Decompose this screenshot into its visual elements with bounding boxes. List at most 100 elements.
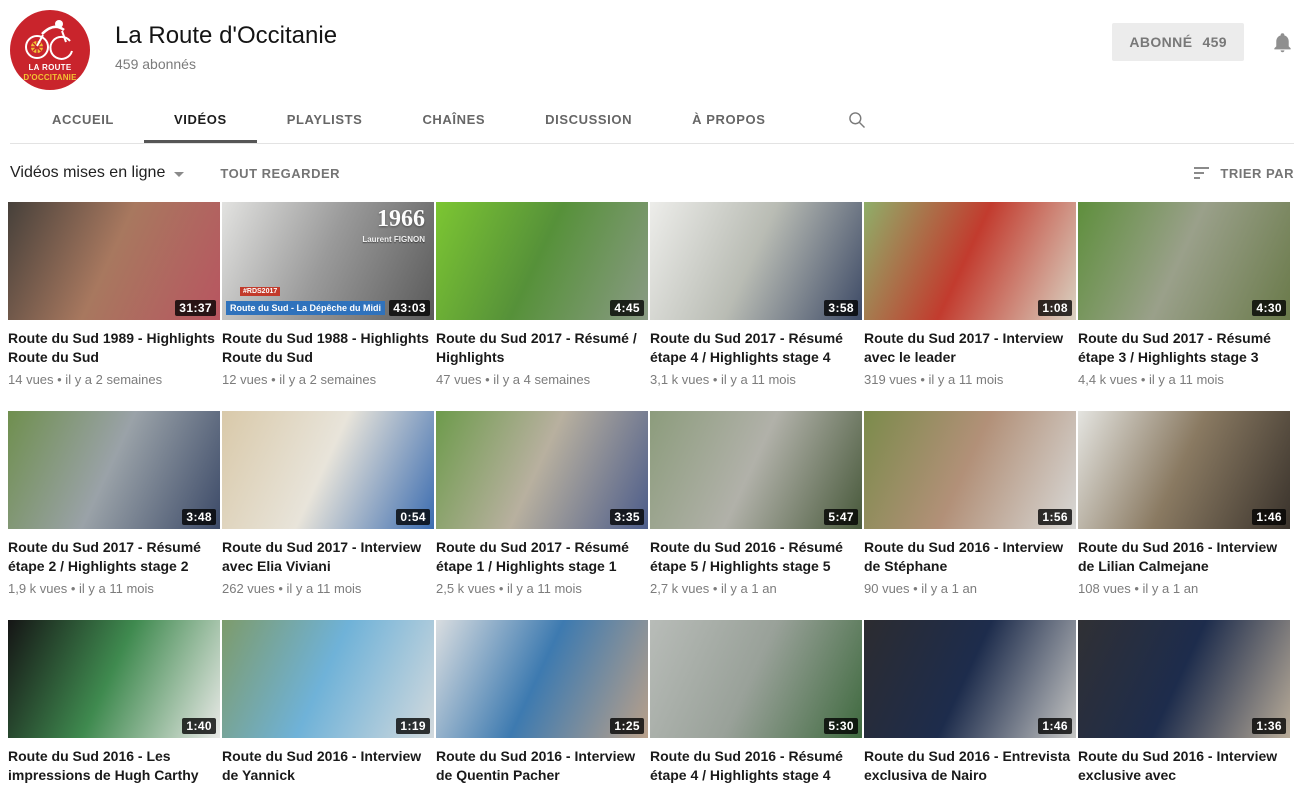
video-title[interactable]: Route du Sud 2017 - Résumé / Highlights — [436, 329, 648, 367]
video-thumbnail[interactable]: 1:19 — [222, 620, 434, 738]
video-thumbnail[interactable]: 4:45 — [436, 202, 648, 320]
video-card[interactable]: 5:30 Route du Sud 2016 - Résumé étape 4 … — [650, 620, 862, 790]
video-thumbnail[interactable]: 3:35 — [436, 411, 648, 529]
uploads-dropdown[interactable]: Vidéos mises en ligne — [10, 164, 185, 182]
video-meta: 47 vues • il y a 4 semaines — [436, 372, 591, 387]
video-card[interactable]: 3:35 Route du Sud 2017 - Résumé étape 1 … — [436, 411, 648, 596]
tab-a-propos[interactable]: À PROPOS — [662, 97, 795, 143]
video-duration-badge: 43:03 — [389, 300, 430, 316]
video-card[interactable]: 4:30 Route du Sud 2017 - Résumé étape 3 … — [1078, 202, 1290, 387]
video-meta: 4,4 k vues • il y a 11 mois — [1078, 372, 1224, 387]
tab-accueil[interactable]: ACCUEIL — [22, 97, 144, 143]
video-card[interactable]: 31:37 Route du Sud 1989 - Highlights Rou… — [8, 202, 220, 387]
channel-avatar[interactable]: LA ROUTE D'OCCITANIE — [10, 10, 90, 90]
video-thumbnail[interactable]: 1:40 — [8, 620, 220, 738]
video-title[interactable]: Route du Sud 2017 - Résumé étape 2 / Hig… — [8, 538, 220, 576]
video-card[interactable]: 3:58 Route du Sud 2017 - Résumé étape 4 … — [650, 202, 862, 387]
video-duration-badge: 1:40 — [182, 718, 216, 734]
chevron-down-icon — [174, 171, 185, 177]
video-title[interactable]: Route du Sud 2016 - Interview de Lilian … — [1078, 538, 1290, 576]
avatar-text-line2: D'OCCITANIE — [23, 73, 77, 82]
thumbnail-overlay-hashtag: #RDS2017 — [240, 287, 281, 296]
sort-by-label: TRIER PAR — [1220, 165, 1294, 181]
subscribed-count: 459 — [1202, 34, 1227, 50]
video-card[interactable]: 1966 Laurent FIGNON #RDS2017 Route du Su… — [222, 202, 434, 387]
video-meta: 108 vues • il y a 1 an — [1078, 581, 1199, 596]
video-card[interactable]: 1:46 Route du Sud 2016 - Entrevista excl… — [864, 620, 1076, 790]
video-duration-badge: 31:37 — [175, 300, 216, 316]
video-title[interactable]: Route du Sud 2017 - Résumé étape 3 / Hig… — [1078, 329, 1290, 367]
video-meta: 90 vues • il y a 1 an — [864, 581, 977, 596]
tab-chaines[interactable]: CHAÎNES — [392, 97, 515, 143]
video-duration-badge: 5:47 — [824, 509, 858, 525]
video-thumbnail[interactable]: 1:08 — [864, 202, 1076, 320]
video-thumbnail[interactable]: 4:30 — [1078, 202, 1290, 320]
tab-playlists[interactable]: PLAYLISTS — [257, 97, 393, 143]
video-thumbnail[interactable]: 5:47 — [650, 411, 862, 529]
video-duration-badge: 5:30 — [824, 718, 858, 734]
video-thumbnail[interactable]: 1:25 — [436, 620, 648, 738]
tab-videos[interactable]: VIDÉOS — [143, 97, 257, 143]
video-title[interactable]: Route du Sud 2016 - Interview de Quentin… — [436, 747, 648, 785]
video-card[interactable]: 5:47 Route du Sud 2016 - Résumé étape 5 … — [650, 411, 862, 596]
video-thumbnail[interactable]: 31:37 — [8, 202, 220, 320]
video-title[interactable]: Route du Sud 2016 - Interview exclusive … — [1078, 747, 1290, 785]
video-card[interactable]: 3:48 Route du Sud 2017 - Résumé étape 2 … — [8, 411, 220, 596]
video-card[interactable]: 1:25 Route du Sud 2016 - Interview de Qu… — [436, 620, 648, 790]
video-thumbnail[interactable]: 1:56 — [864, 411, 1076, 529]
video-title[interactable]: Route du Sud 2016 - Les impressions de H… — [8, 747, 220, 785]
video-title[interactable]: Route du Sud 2016 - Interview de Yannick — [222, 747, 434, 785]
video-card[interactable]: 1:08 Route du Sud 2017 - Interview avec … — [864, 202, 1076, 387]
subscribed-button[interactable]: ABONNÉ 459 — [1112, 23, 1244, 61]
notification-bell-icon — [1274, 32, 1291, 52]
video-duration-badge: 1:25 — [610, 718, 644, 734]
video-card[interactable]: 1:19 Route du Sud 2016 - Interview de Ya… — [222, 620, 434, 790]
video-title[interactable]: Route du Sud 1989 - Highlights Route du … — [8, 329, 220, 367]
channel-header-top: LA ROUTE D'OCCITANIE La Route d'Occitani… — [10, 10, 1294, 90]
video-duration-badge: 0:54 — [396, 509, 430, 525]
video-duration-badge: 1:36 — [1252, 718, 1286, 734]
video-meta: 319 vues • il y a 11 mois — [864, 372, 1004, 387]
video-card[interactable]: 1:56 Route du Sud 2016 - Interview de St… — [864, 411, 1076, 596]
video-title[interactable]: Route du Sud 2017 - Résumé étape 4 / Hig… — [650, 329, 862, 367]
video-title[interactable]: Route du Sud 2017 - Interview avec Elia … — [222, 538, 434, 576]
video-thumbnail[interactable]: 5:30 — [650, 620, 862, 738]
channel-info: La Route d'Occitanie 459 abonnés — [115, 10, 337, 72]
thumbnail-overlay-name: Laurent FIGNON — [362, 235, 425, 244]
video-thumbnail[interactable]: 3:48 — [8, 411, 220, 529]
video-title[interactable]: Route du Sud 2017 - Résumé étape 1 / Hig… — [436, 538, 648, 576]
video-meta: 14 vues • il y a 2 semaines — [8, 372, 163, 387]
video-thumbnail[interactable]: 1966 Laurent FIGNON #RDS2017 Route du Su… — [222, 202, 434, 320]
notification-bell-button[interactable] — [1271, 31, 1294, 54]
channel-search-button[interactable] — [839, 97, 875, 143]
video-duration-badge: 1:19 — [396, 718, 430, 734]
video-card[interactable]: 1:36 Route du Sud 2016 - Interview exclu… — [1078, 620, 1290, 790]
video-title[interactable]: Route du Sud 2016 - Entrevista exclusiva… — [864, 747, 1076, 785]
video-card[interactable]: 1:40 Route du Sud 2016 - Les impressions… — [8, 620, 220, 790]
video-card[interactable]: 4:45 Route du Sud 2017 - Résumé / Highli… — [436, 202, 648, 387]
video-title[interactable]: Route du Sud 1988 - Highlights Route du … — [222, 329, 434, 367]
video-card[interactable]: 1:46 Route du Sud 2016 - Interview de Li… — [1078, 411, 1290, 596]
video-meta: 1,9 k vues • il y a 11 mois — [8, 581, 154, 596]
video-duration-badge: 3:35 — [610, 509, 644, 525]
video-duration-badge: 1:56 — [1038, 509, 1072, 525]
video-thumbnail[interactable]: 0:54 — [222, 411, 434, 529]
video-meta: 2,5 k vues • il y a 11 mois — [436, 581, 582, 596]
subscriber-count: 459 abonnés — [115, 56, 196, 72]
video-title[interactable]: Route du Sud 2016 - Résumé étape 5 / Hig… — [650, 538, 862, 576]
video-duration-badge: 3:48 — [182, 509, 216, 525]
play-all-button[interactable]: TOUT REGARDER — [220, 166, 340, 181]
sort-by-button[interactable]: TRIER PAR — [1194, 166, 1294, 181]
video-duration-badge: 4:30 — [1252, 300, 1286, 316]
video-meta: 12 vues • il y a 2 semaines — [222, 372, 377, 387]
tab-discussion[interactable]: DISCUSSION — [515, 97, 662, 143]
video-thumbnail[interactable]: 1:46 — [864, 620, 1076, 738]
video-thumbnail[interactable]: 1:36 — [1078, 620, 1290, 738]
video-title[interactable]: Route du Sud 2016 - Interview de Stéphan… — [864, 538, 1076, 576]
video-card[interactable]: 0:54 Route du Sud 2017 - Interview avec … — [222, 411, 434, 596]
thumbnail-overlay-banner: #RDS2017 Route du Sud - La Dépêche du Mi… — [226, 280, 406, 316]
video-thumbnail[interactable]: 1:46 — [1078, 411, 1290, 529]
video-thumbnail[interactable]: 3:58 — [650, 202, 862, 320]
video-title[interactable]: Route du Sud 2016 - Résumé étape 4 / Hig… — [650, 747, 862, 785]
video-title[interactable]: Route du Sud 2017 - Interview avec le le… — [864, 329, 1076, 367]
